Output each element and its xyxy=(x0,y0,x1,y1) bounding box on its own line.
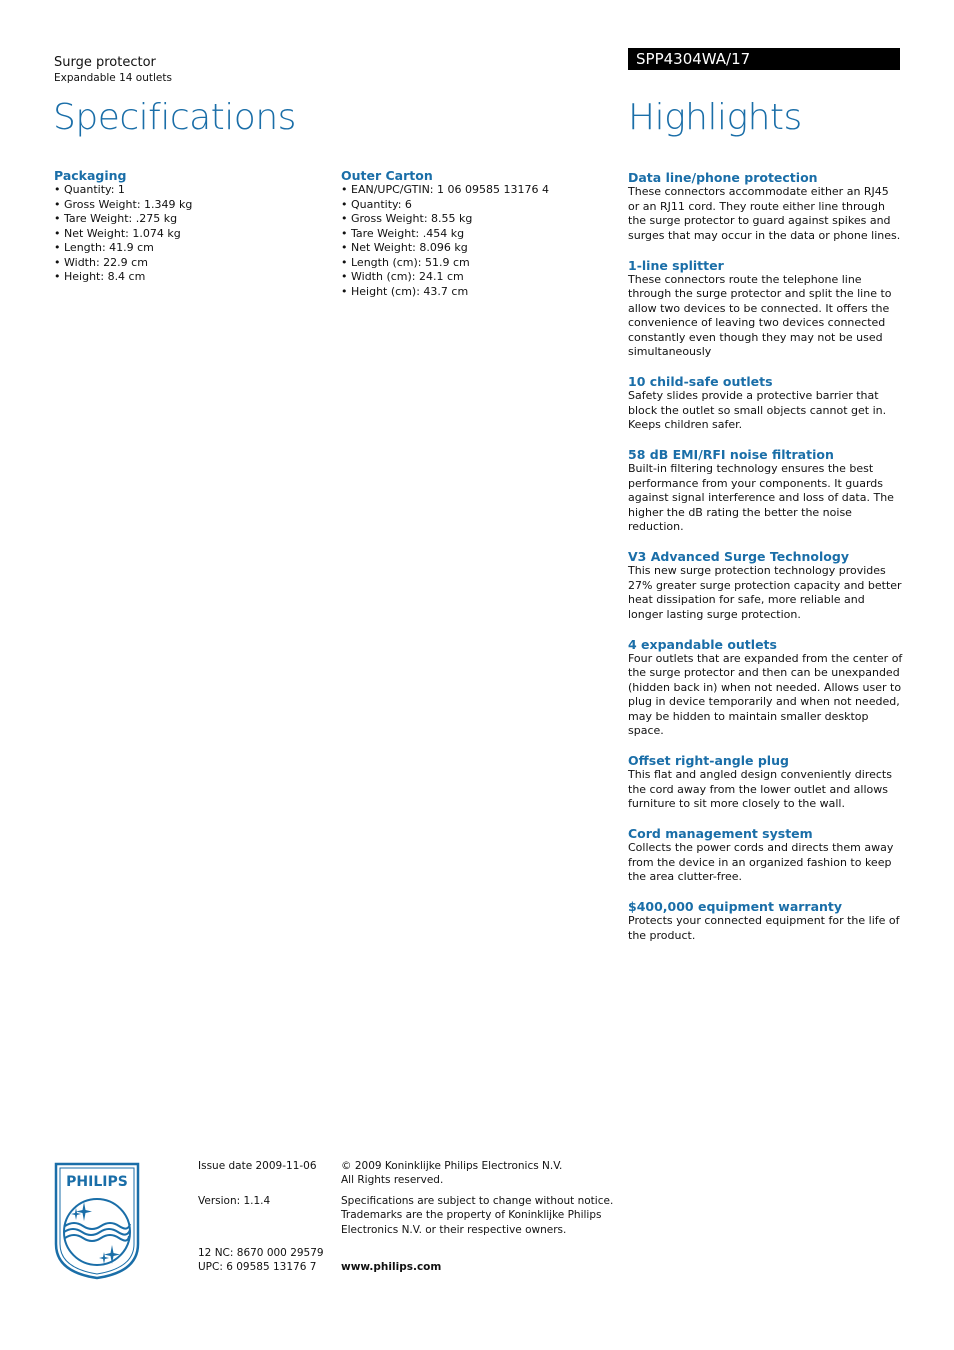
model-number: SPP4304WA/17 xyxy=(636,50,751,68)
packaging-section: Packaging Quantity: 1 Gross Weight: 1.34… xyxy=(54,168,314,285)
packaging-list: Quantity: 1 Gross Weight: 1.349 kg Tare … xyxy=(54,183,314,285)
highlight-text: This flat and angled design conveniently… xyxy=(628,768,892,810)
version: Version: 1.1.4 xyxy=(198,1195,271,1207)
upc-number: UPC: 6 09585 13176 7 xyxy=(198,1261,317,1273)
nc-number: 12 NC: 8670 000 29579 xyxy=(198,1247,324,1259)
specifications-title: Specifications xyxy=(53,97,296,138)
highlight-text: This new surge protection technology pro… xyxy=(628,564,902,621)
spec-item: Net Weight: 1.074 kg xyxy=(54,227,314,242)
outer-carton-list: EAN/UPC/GTIN: 1 06 09585 13176 4 Quantit… xyxy=(341,183,611,299)
highlight-text: Safety slides provide a protective barri… xyxy=(628,389,887,431)
disclaimer-line: Electronics N.V. or their respective own… xyxy=(341,1224,567,1236)
spec-item: Quantity: 6 xyxy=(341,198,611,213)
highlight-text: Protects your connected equipment for th… xyxy=(628,914,900,942)
philips-logo: PHILIPS xyxy=(54,1162,140,1280)
highlight-item: 4 expandable outlets Four outlets that a… xyxy=(628,637,903,739)
spec-item: Net Weight: 8.096 kg xyxy=(341,241,611,256)
highlight-heading: Offset right-angle plug xyxy=(628,753,789,768)
disclaimer-line: Trademarks are the property of Koninklij… xyxy=(341,1209,602,1221)
spec-item: Width: 22.9 cm xyxy=(54,256,314,271)
highlight-item: 1-line splitter These connectors route t… xyxy=(628,258,903,360)
spec-item: Quantity: 1 xyxy=(54,183,314,198)
disclaimer-line: Specifications are subject to change wit… xyxy=(341,1195,614,1207)
issue-date: Issue date 2009-11-06 xyxy=(198,1160,317,1172)
highlight-heading: 1-line splitter xyxy=(628,257,724,273)
highlight-text: Collects the power cords and directs the… xyxy=(628,841,894,883)
spec-item: Length (cm): 51.9 cm xyxy=(341,256,611,271)
logo-text: PHILIPS xyxy=(66,1174,128,1190)
spec-item: Length: 41.9 cm xyxy=(54,241,314,256)
highlight-heading: V3 Advanced Surge Technology xyxy=(628,549,849,564)
outer-carton-section: Outer Carton EAN/UPC/GTIN: 1 06 09585 13… xyxy=(341,168,611,299)
spec-item: Height (cm): 43.7 cm xyxy=(341,285,611,300)
highlights-list: Data line/phone protection These connect… xyxy=(628,170,903,958)
highlight-item: Cord management system Collects the powe… xyxy=(628,826,903,885)
copyright-line: © 2009 Koninklijke Philips Electronics N… xyxy=(341,1160,563,1172)
highlight-item: 58 dB EMI/RFI noise filtration Built-in … xyxy=(628,447,903,535)
highlight-item: Data line/phone protection These connect… xyxy=(628,170,903,243)
outer-carton-heading: Outer Carton xyxy=(341,168,433,183)
product-subtitle: Expandable 14 outlets xyxy=(54,72,172,84)
spec-item: Width (cm): 24.1 cm xyxy=(341,270,611,285)
highlight-text: These connectors route the telephone lin… xyxy=(628,272,892,359)
highlight-item: $400,000 equipment warranty Protects you… xyxy=(628,899,903,943)
spec-item: Gross Weight: 8.55 kg xyxy=(341,212,611,227)
spec-item: Gross Weight: 1.349 kg xyxy=(54,198,314,213)
highlight-item: 10 child-safe outlets Safety slides prov… xyxy=(628,374,903,433)
spec-item: Tare Weight: .275 kg xyxy=(54,212,314,227)
highlight-item: V3 Advanced Surge Technology This new su… xyxy=(628,549,903,622)
highlight-item: Offset right-angle plug This flat and an… xyxy=(628,753,903,812)
highlight-heading: 4 expandable outlets xyxy=(628,636,777,652)
highlight-heading: $400,000 equipment warranty xyxy=(628,899,843,914)
highlight-heading: Cord management system xyxy=(628,826,813,841)
model-number-bar: SPP4304WA/17 xyxy=(628,48,900,70)
highlights-title: Highlights xyxy=(628,97,802,138)
packaging-heading: Packaging xyxy=(54,168,127,183)
philips-shield-icon: PHILIPS xyxy=(54,1162,140,1280)
highlight-text: Four outlets that are expanded from the … xyxy=(628,651,903,738)
spec-item: EAN/UPC/GTIN: 1 06 09585 13176 4 xyxy=(341,183,611,198)
spec-item: Tare Weight: .454 kg xyxy=(341,227,611,242)
highlight-heading: 58 dB EMI/RFI noise filtration xyxy=(628,447,834,462)
highlight-heading: 10 child-safe outlets xyxy=(628,374,773,389)
rights-line: All Rights reserved. xyxy=(341,1174,444,1186)
product-name: Surge protector xyxy=(54,55,156,70)
highlight-heading: Data line/phone protection xyxy=(628,170,818,185)
highlight-text: These connectors accommodate either an R… xyxy=(628,185,901,242)
spec-item: Height: 8.4 cm xyxy=(54,270,314,285)
highlight-text: Built-in filtering technology ensures th… xyxy=(628,462,894,533)
website-link[interactable]: www.philips.com xyxy=(341,1260,441,1275)
